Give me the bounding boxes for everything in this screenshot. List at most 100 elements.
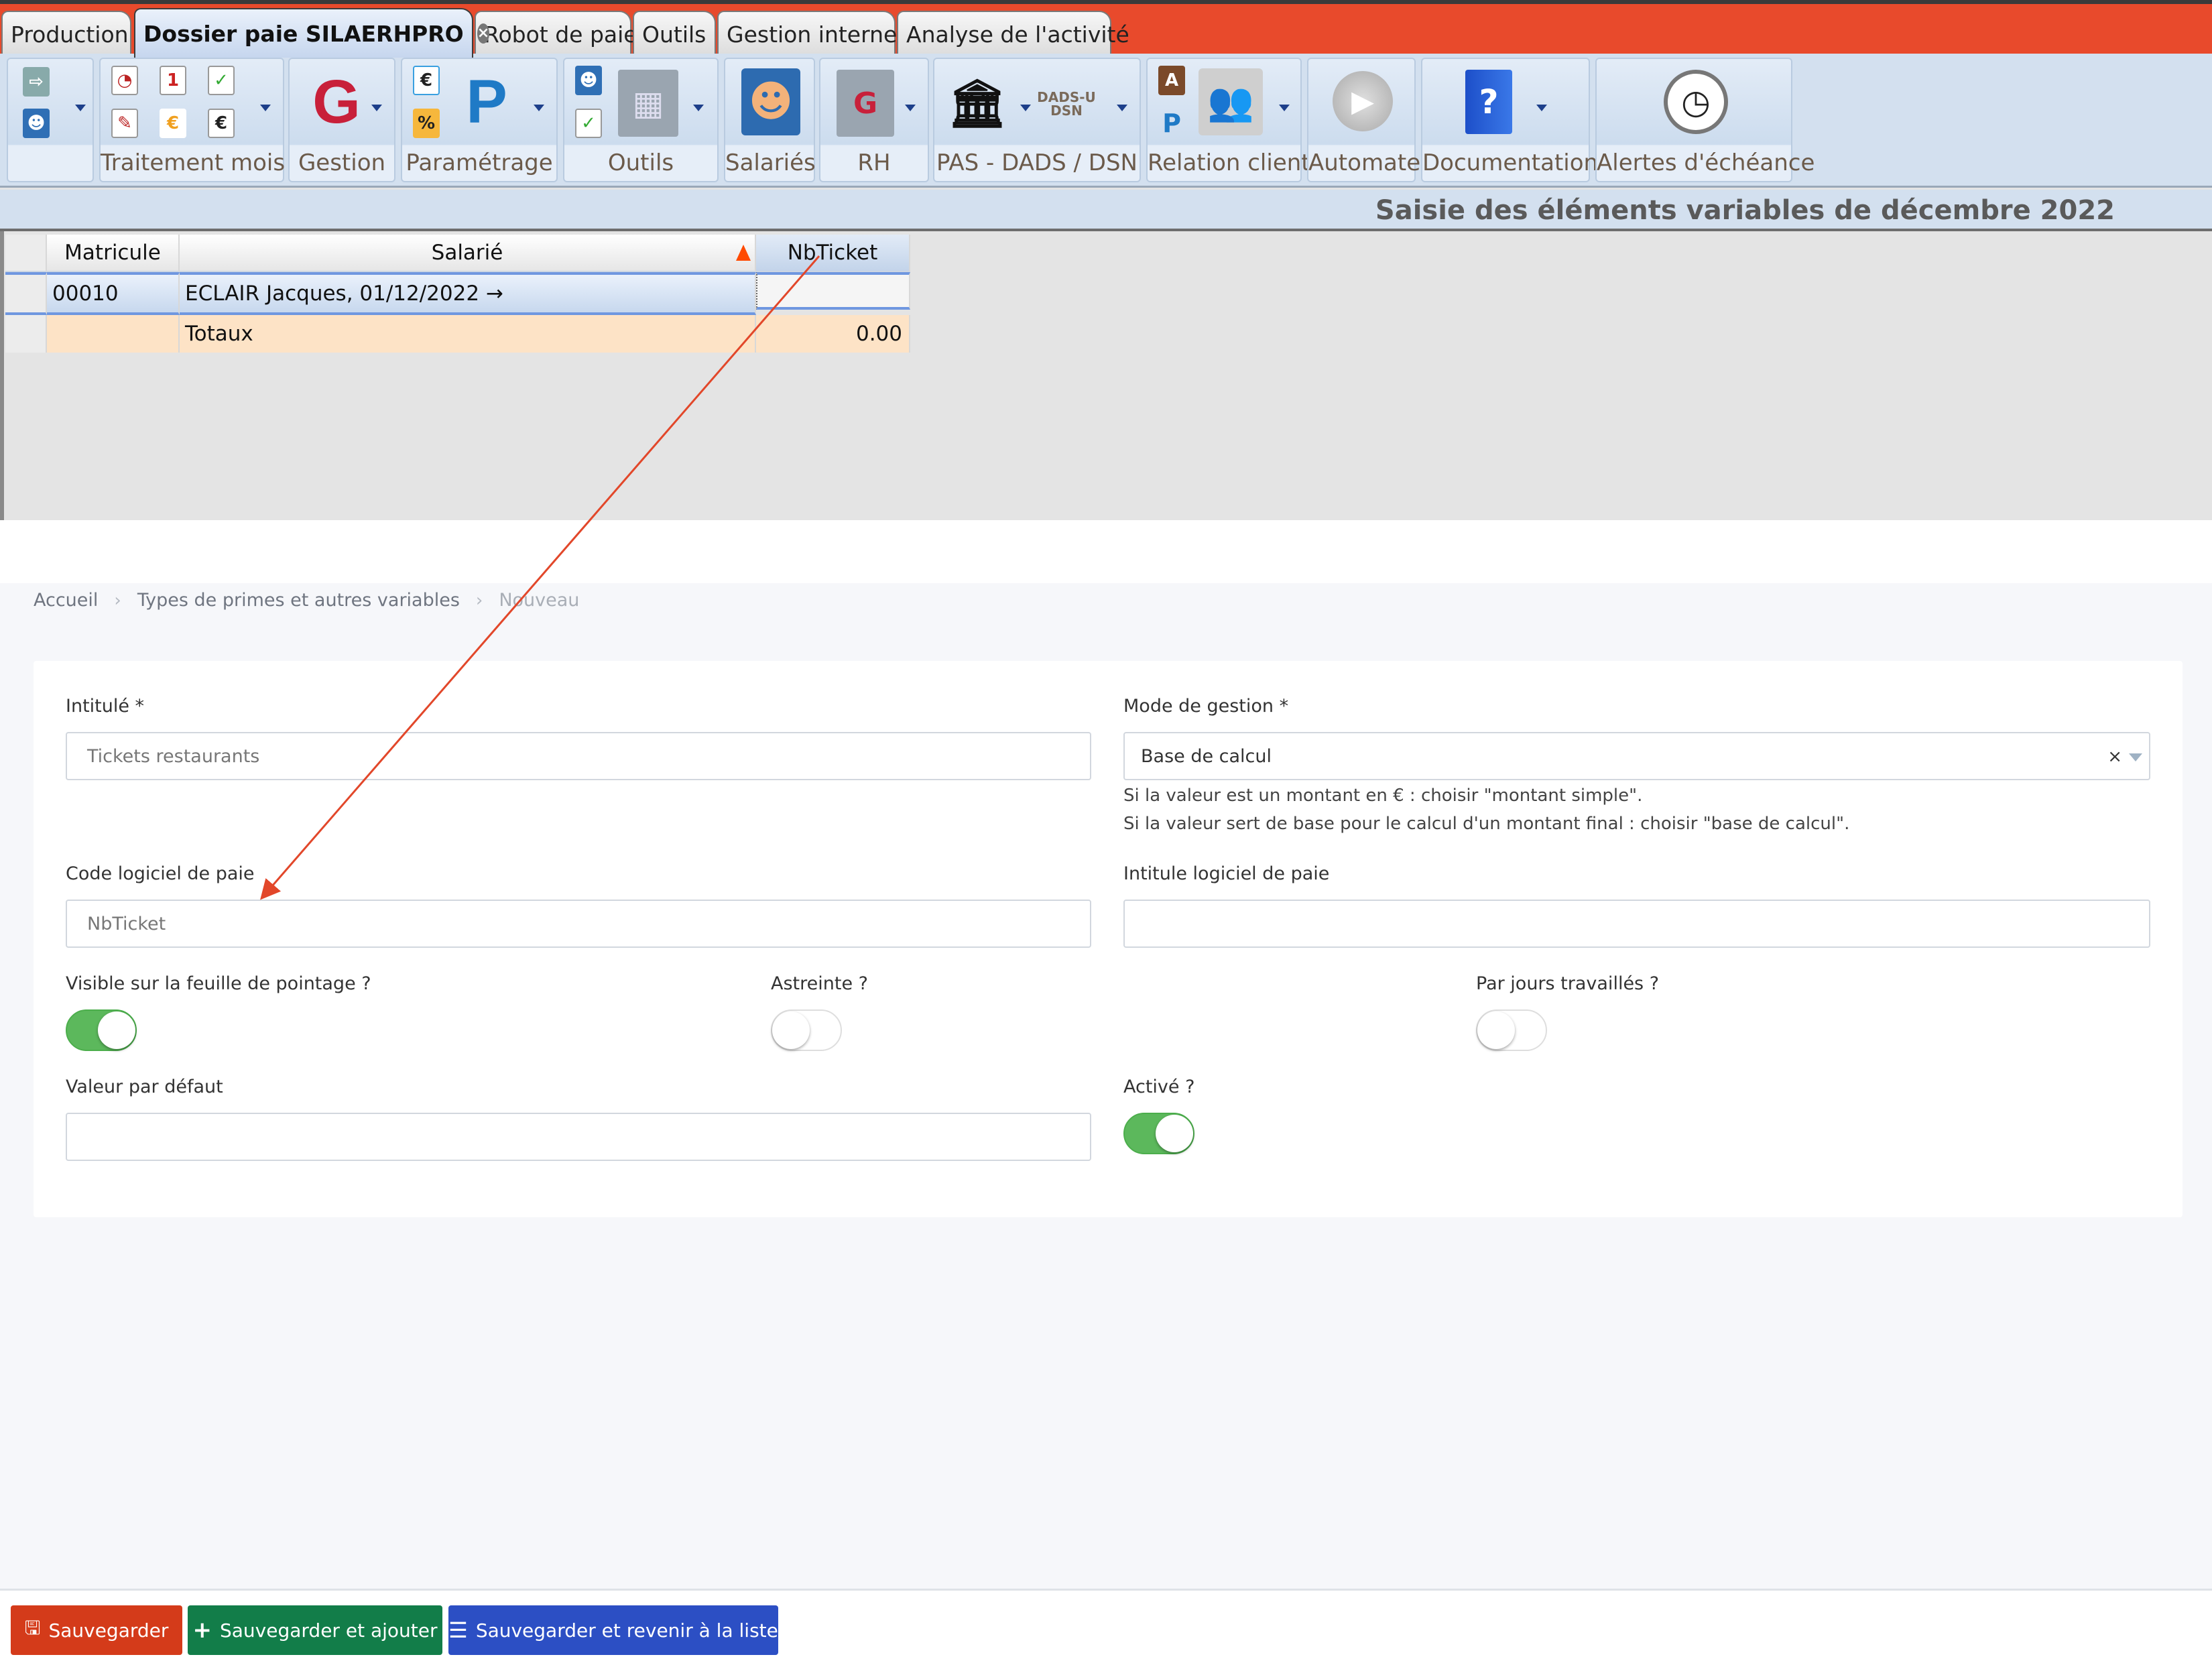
ribbon-group-salaries[interactable]: ☻ Salariés [724, 58, 816, 182]
ribbon-group-label: Outils [607, 149, 674, 176]
chevron-down-icon[interactable] [534, 105, 544, 111]
chevron-down-icon[interactable] [1279, 105, 1290, 111]
intitule-placeholder: Tickets restaurants [87, 745, 260, 767]
chevron-down-icon[interactable] [1117, 105, 1127, 111]
euro-edit-icon[interactable]: € [160, 109, 186, 138]
tab-production[interactable]: Production [1, 11, 131, 56]
help-book-icon[interactable]: ? [1465, 70, 1512, 134]
column-header-nbticket[interactable]: NbTicket [756, 235, 910, 272]
ribbon-group-traitement-mois[interactable]: ◔ 1 ✓ ✎ € € Traitement mois [99, 58, 285, 182]
chevron-right-icon: › [475, 590, 483, 611]
intitule-logiciel-input[interactable] [1123, 900, 2150, 948]
tab-dossier-paie[interactable]: Dossier paie SILAERHPRO × [134, 8, 490, 58]
building-tools-icon[interactable]: ▦ [618, 70, 678, 137]
ribbon-group-documentation[interactable]: ? Documentation [1421, 58, 1598, 182]
visible-pointage-toggle[interactable] [66, 1009, 137, 1051]
totals-row: Totaux 0.00 [5, 315, 910, 353]
visible-pointage-label: Visible sur la feuille de pointage ? [66, 973, 371, 994]
table-row[interactable]: 00010 ECLAIR Jacques, 01/12/2022 → [5, 272, 910, 315]
contact-card-icon[interactable]: A [1158, 66, 1185, 95]
document-edit-icon[interactable]: ✎ [111, 109, 138, 138]
ribbon-group-label: Relation client [1148, 149, 1310, 176]
building-g-icon[interactable]: G [837, 70, 894, 137]
breadcrumb-home[interactable]: Accueil [34, 590, 98, 611]
column-header-salarie[interactable]: Salarié [180, 235, 756, 272]
code-logiciel-input[interactable]: NbTicket [66, 900, 1091, 948]
ribbon-group-import[interactable]: ⇨ ☻ [7, 58, 94, 182]
save-and-add-button[interactable]: + Sauvegarder et ajouter [188, 1605, 442, 1655]
toggle-knob [772, 1011, 810, 1049]
calendar-check-icon[interactable]: ✓ [575, 109, 602, 138]
percent-check-icon[interactable]: % [413, 109, 440, 138]
tab-outils[interactable]: Outils [633, 11, 716, 56]
clients-icon[interactable]: 👥 [1199, 68, 1263, 135]
intitule-input[interactable]: Tickets restaurants [66, 732, 1091, 780]
calendar-check-icon[interactable]: ✓ [208, 66, 235, 95]
euro-check-icon[interactable]: € [208, 109, 235, 138]
chevron-down-icon[interactable] [1536, 105, 1547, 111]
cell-empty [47, 315, 180, 353]
ribbon-group-gestion[interactable]: G Gestion [288, 58, 395, 182]
dads-dsn-text: DADS-U DSN [1037, 89, 1096, 119]
tab-label: Robot de paie [484, 21, 637, 48]
close-tab-icon[interactable]: × [477, 23, 490, 44]
calendar-edit-icon[interactable]: 1 [160, 66, 186, 95]
valeur-defaut-input[interactable] [66, 1113, 1091, 1161]
save-and-return-button[interactable]: ☰ Sauvegarder et revenir à la liste [448, 1605, 778, 1655]
ribbon-group-relation-client[interactable]: A P 👥 Relation client [1146, 58, 1310, 182]
clock-edit-icon[interactable]: ◔ [111, 66, 138, 95]
chevron-down-icon[interactable] [371, 105, 382, 111]
play-icon[interactable]: ▶ [1333, 71, 1393, 131]
chevron-down-icon[interactable] [1020, 105, 1031, 111]
ribbon-group-outils[interactable]: ☻ ✓ ▦ Outils [563, 58, 719, 182]
euro-check-icon[interactable]: € [413, 66, 440, 95]
mode-gestion-value: Base de calcul [1141, 745, 1272, 767]
government-building-icon[interactable]: 🏛 [948, 71, 1007, 135]
import-employee-icon[interactable]: ☻ [23, 109, 50, 138]
chevron-down-icon[interactable] [2129, 753, 2142, 761]
par-jours-toggle[interactable] [1476, 1009, 1547, 1051]
clear-selection-icon[interactable]: × [2107, 747, 2122, 767]
gestion-g-icon[interactable]: G [310, 68, 363, 136]
tab-gestion-interne[interactable]: Gestion interne [717, 11, 897, 56]
employee-s-icon[interactable]: ☻ [575, 66, 602, 95]
tab-analyse-activite[interactable]: Analyse de l'activité [897, 11, 1129, 56]
mode-gestion-help-2: Si la valeur sert de base pour le calcul… [1123, 814, 1850, 834]
save-button[interactable]: 🖫 Sauvegarder [11, 1605, 182, 1655]
cell-salarie[interactable]: ECLAIR Jacques, 01/12/2022 → [180, 272, 756, 315]
mode-gestion-select[interactable]: Base de calcul × [1123, 732, 2150, 780]
save-button-label: Sauvegarder [48, 1619, 169, 1642]
chevron-down-icon[interactable] [260, 105, 271, 111]
ribbon-group-pas-dads-dsn[interactable]: 🏛 DADS-U DSN PAS - DADS / DSN [933, 58, 1141, 182]
breadcrumb-current: Nouveau [499, 590, 580, 611]
active-toggle[interactable] [1123, 1113, 1194, 1154]
breadcrumb-types-primes[interactable]: Types de primes et autres variables [137, 590, 460, 611]
chevron-down-icon[interactable] [905, 105, 916, 111]
chevron-down-icon[interactable] [75, 105, 86, 111]
column-header-matricule[interactable]: Matricule [47, 235, 180, 272]
intitule-logiciel-label: Intitule logiciel de paie [1123, 863, 1330, 884]
tab-robot-de-paie[interactable]: Robot de paie [475, 11, 637, 56]
cell-nbticket-input[interactable] [756, 272, 910, 310]
row-selector [5, 315, 47, 353]
save-and-add-label: Sauvegarder et ajouter [220, 1619, 438, 1642]
row-selector[interactable] [5, 272, 47, 315]
import-employees-icon[interactable]: ⇨ [23, 67, 50, 97]
ribbon-group-automate[interactable]: ▶ Automate [1307, 58, 1420, 182]
cell-matricule[interactable]: 00010 [47, 272, 180, 315]
dads-dsn-icon[interactable]: DADS-U DSN [1036, 74, 1097, 134]
p-icon[interactable]: P [1158, 109, 1185, 138]
chevron-down-icon[interactable] [693, 105, 704, 111]
stopwatch-icon[interactable]: ◷ [1664, 70, 1728, 134]
desktop-app: Production Dossier paie SILAERHPRO × Rob… [0, 0, 2212, 520]
ribbon-group-parametrage[interactable]: € % P Paramétrage [401, 58, 558, 182]
ribbon-group-rh[interactable]: G RH [819, 58, 929, 182]
employee-icon[interactable]: ☻ [741, 68, 800, 135]
save-and-return-label: Sauvegarder et revenir à la liste [475, 1619, 778, 1642]
parametrage-p-icon[interactable]: P [460, 68, 513, 136]
ribbon-group-alertes[interactable]: ◷ Alertes d'échéance [1595, 58, 1815, 182]
tab-label: Dossier paie SILAERHPRO [143, 20, 464, 47]
toggle-knob [1477, 1011, 1515, 1049]
astreinte-toggle[interactable] [771, 1009, 842, 1051]
module-tab-bar: Production Dossier paie SILAERHPRO × Rob… [0, 0, 2212, 58]
